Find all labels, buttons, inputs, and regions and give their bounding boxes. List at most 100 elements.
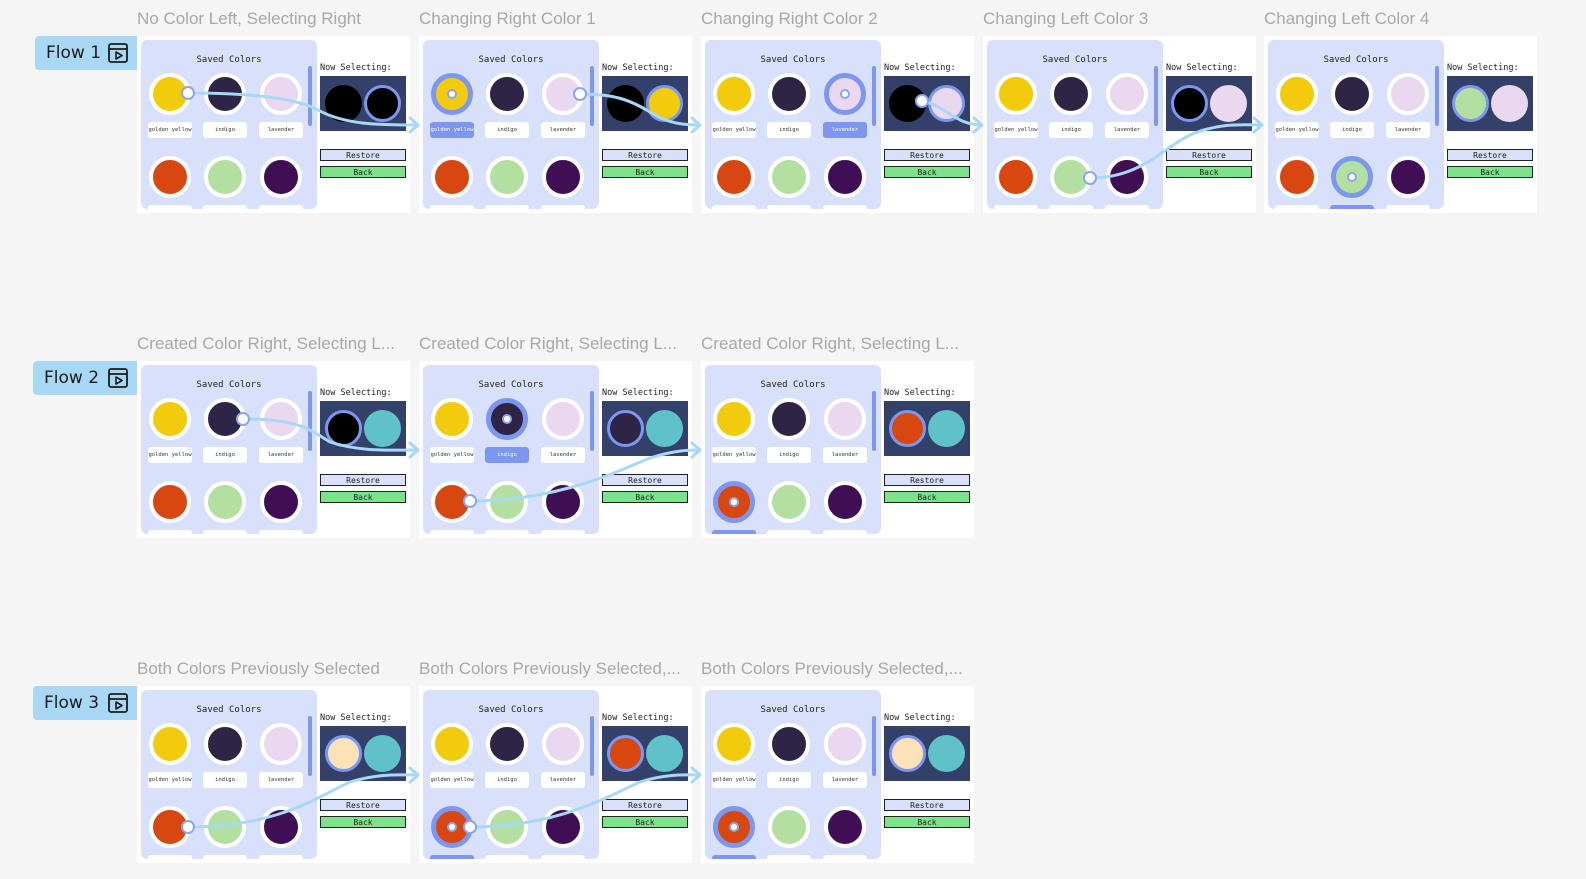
color-name-tag[interactable] xyxy=(541,530,585,534)
screen-frame[interactable]: Saved Colors golden yellow indigo lavender N… xyxy=(701,686,974,863)
back-button[interactable]: Back xyxy=(884,491,970,503)
color-name-tag[interactable]: golden yellow xyxy=(148,772,192,788)
color-swatch-sage[interactable] xyxy=(204,156,246,198)
color-swatch-plum[interactable] xyxy=(260,806,302,848)
back-button[interactable]: Back xyxy=(320,816,406,828)
restore-button[interactable]: Restore xyxy=(602,799,688,811)
play-window-icon[interactable] xyxy=(107,367,137,389)
color-name-tag[interactable] xyxy=(1275,205,1319,209)
color-name-tag[interactable] xyxy=(148,855,192,859)
color-name-tag[interactable] xyxy=(259,530,303,534)
color-swatch-vermilion[interactable] xyxy=(431,156,473,198)
color-name-tag[interactable] xyxy=(148,205,192,209)
color-name-tag[interactable] xyxy=(485,530,529,534)
screen-frame[interactable]: Saved Colors golden yellow indigo lavender N… xyxy=(419,361,692,538)
color-name-tag[interactable]: golden yellow xyxy=(430,772,474,788)
color-name-tag[interactable] xyxy=(1049,205,1093,209)
color-name-tag[interactable]: indigo xyxy=(203,122,247,138)
color-swatch-golden-yellow[interactable] xyxy=(149,723,191,765)
color-swatch-plum[interactable] xyxy=(1387,156,1429,198)
restore-button[interactable]: Restore xyxy=(1166,149,1252,161)
left-color-swatch[interactable] xyxy=(325,410,362,447)
screen-frame[interactable]: Saved Colors golden yellow indigo lavender N… xyxy=(701,36,974,213)
color-swatch-vermilion[interactable] xyxy=(713,156,755,198)
screen-frame[interactable]: Saved Colors golden yellow indigo lavender N… xyxy=(1264,36,1537,213)
restore-button[interactable]: Restore xyxy=(884,149,970,161)
screen-frame[interactable]: Saved Colors golden yellow indigo lavender N… xyxy=(983,36,1256,213)
color-name-tag[interactable]: lavender xyxy=(541,447,585,463)
color-name-tag[interactable]: lavender xyxy=(1386,122,1430,138)
screen-frame[interactable]: Saved Colors golden yellow indigo lavender N… xyxy=(701,361,974,538)
color-name-tag[interactable]: indigo xyxy=(767,447,811,463)
color-name-tag[interactable] xyxy=(430,530,474,534)
color-name-tag[interactable] xyxy=(1105,205,1149,209)
scrollbar[interactable] xyxy=(872,391,876,451)
color-swatch-golden-yellow[interactable] xyxy=(1276,73,1318,115)
right-color-swatch[interactable] xyxy=(1210,85,1247,122)
color-name-tag[interactable]: lavender xyxy=(823,447,867,463)
restore-button[interactable]: Restore xyxy=(320,474,406,486)
color-name-tag[interactable] xyxy=(203,205,247,209)
color-swatch-plum[interactable] xyxy=(260,156,302,198)
color-name-tag[interactable]: lavender xyxy=(823,772,867,788)
color-name-tag[interactable] xyxy=(823,530,867,534)
color-name-tag[interactable] xyxy=(712,205,756,209)
color-name-tag[interactable]: lavender xyxy=(541,122,585,138)
restore-button[interactable]: Restore xyxy=(602,149,688,161)
right-color-swatch[interactable] xyxy=(364,410,401,447)
color-swatch-lavender[interactable] xyxy=(824,723,866,765)
color-swatch-indigo[interactable] xyxy=(1050,73,1092,115)
right-color-swatch[interactable] xyxy=(646,85,683,122)
restore-button[interactable]: Restore xyxy=(884,474,970,486)
frame-title[interactable]: Created Color Right, Selecting L... xyxy=(701,334,959,354)
color-swatch-sage[interactable] xyxy=(486,156,528,198)
color-name-tag[interactable] xyxy=(485,855,529,859)
color-swatch-indigo[interactable] xyxy=(204,73,246,115)
color-swatch-indigo[interactable] xyxy=(486,723,528,765)
color-name-tag[interactable] xyxy=(430,205,474,209)
right-color-swatch[interactable] xyxy=(928,410,965,447)
frame-title[interactable]: Both Colors Previously Selected,... xyxy=(419,659,681,679)
color-name-tag[interactable]: golden yellow xyxy=(148,122,192,138)
color-name-tag[interactable]: golden yellow xyxy=(712,447,756,463)
right-color-swatch[interactable] xyxy=(1491,85,1528,122)
color-name-tag[interactable]: indigo xyxy=(203,772,247,788)
color-name-tag[interactable] xyxy=(1330,205,1374,209)
play-window-icon[interactable] xyxy=(107,42,137,64)
color-name-tag[interactable] xyxy=(148,530,192,534)
right-color-swatch[interactable] xyxy=(364,735,401,772)
color-swatch-plum[interactable] xyxy=(542,481,584,523)
scrollbar[interactable] xyxy=(590,391,594,451)
frame-title[interactable]: Changing Right Color 1 xyxy=(419,9,596,29)
scrollbar[interactable] xyxy=(1435,66,1439,126)
color-swatch-indigo[interactable] xyxy=(768,398,810,440)
color-swatch-lavender[interactable] xyxy=(260,398,302,440)
screen-frame[interactable]: Saved Colors golden yellow indigo lavender N… xyxy=(137,361,410,538)
color-swatch-sage[interactable] xyxy=(486,806,528,848)
flow-tag[interactable]: Flow 1 xyxy=(35,36,137,70)
color-name-tag[interactable]: indigo xyxy=(767,122,811,138)
flow-tag[interactable]: Flow 2 xyxy=(33,361,137,395)
frame-title[interactable]: No Color Left, Selecting Right xyxy=(137,9,361,29)
color-swatch-golden-yellow[interactable] xyxy=(713,723,755,765)
frame-title[interactable]: Both Colors Previously Selected,... xyxy=(701,659,963,679)
color-name-tag[interactable]: lavender xyxy=(259,772,303,788)
right-color-swatch[interactable] xyxy=(928,85,965,122)
color-swatch-sage[interactable] xyxy=(768,806,810,848)
color-name-tag[interactable] xyxy=(430,855,474,859)
color-name-tag[interactable]: indigo xyxy=(485,122,529,138)
color-swatch-plum[interactable] xyxy=(824,806,866,848)
right-color-swatch[interactable] xyxy=(364,85,401,122)
back-button[interactable]: Back xyxy=(602,491,688,503)
color-swatch-vermilion[interactable] xyxy=(1276,156,1318,198)
color-swatch-vermilion[interactable] xyxy=(995,156,1037,198)
color-name-tag[interactable]: golden yellow xyxy=(430,122,474,138)
back-button[interactable]: Back xyxy=(602,166,688,178)
back-button[interactable]: Back xyxy=(1166,166,1252,178)
right-color-swatch[interactable] xyxy=(646,410,683,447)
scrollbar[interactable] xyxy=(1154,66,1158,126)
color-name-tag[interactable]: lavender xyxy=(259,447,303,463)
color-swatch-indigo[interactable] xyxy=(768,723,810,765)
color-name-tag[interactable]: golden yellow xyxy=(430,447,474,463)
color-name-tag[interactable]: golden yellow xyxy=(148,447,192,463)
